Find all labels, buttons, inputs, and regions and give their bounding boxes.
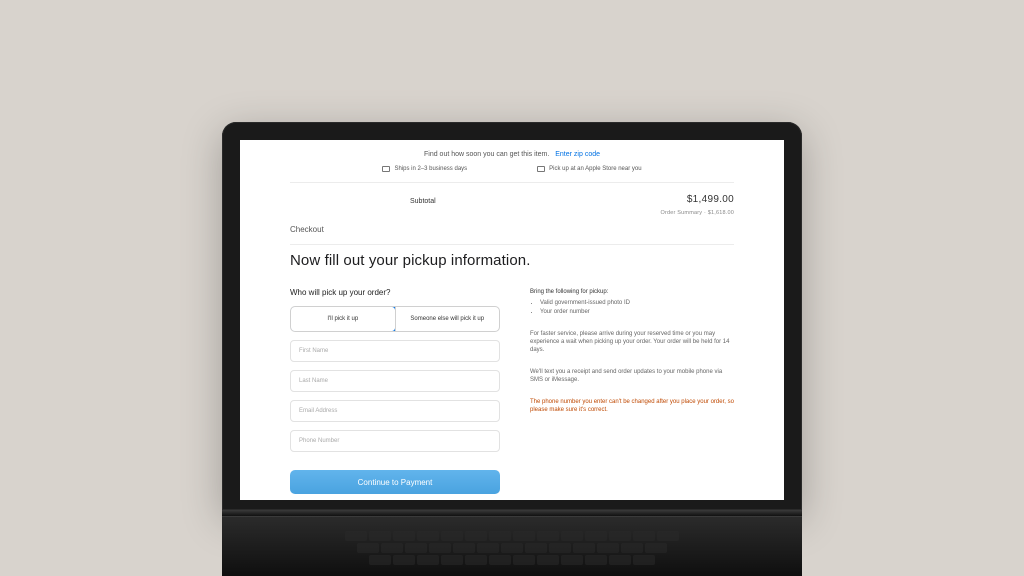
tab-pickup-self-label: I'll pick it up <box>327 316 358 323</box>
ship-option-delivery-label: Ships in 2–3 business days <box>394 165 467 173</box>
checkout-label: Checkout <box>290 225 734 236</box>
subtotal-label: Subtotal <box>410 197 436 206</box>
first-name-field[interactable]: First Name <box>290 340 500 362</box>
first-name-placeholder: First Name <box>299 347 328 355</box>
who-picks-up-label: Who will pick up your order? <box>290 288 500 299</box>
screen: Find out how soon you can get this item.… <box>240 140 784 500</box>
screen-bezel: Find out how soon you can get this item.… <box>222 122 802 510</box>
shipping-options: Ships in 2–3 business days Pick up at an… <box>290 165 734 173</box>
laptop-frame: Find out how soon you can get this item.… <box>222 122 802 576</box>
pickup-requirements: Bring the following for pickup: Valid go… <box>530 288 734 316</box>
ship-option-pickup-label: Pick up at an Apple Store near you <box>549 165 641 173</box>
order-summary-row: Subtotal $1,499.00 <box>290 183 734 211</box>
pickup-requirements-head: Bring the following for pickup: <box>530 288 734 296</box>
phone-field[interactable]: Phone Number <box>290 430 500 452</box>
sms-note: We'll text you a receipt and send order … <box>530 368 734 384</box>
phone-placeholder: Phone Number <box>299 437 339 445</box>
divider <box>290 244 734 245</box>
page-title: Now fill out your pickup information. <box>290 251 734 271</box>
subtotal-value: $1,499.00 <box>687 193 734 207</box>
laptop-deck <box>222 516 802 576</box>
store-icon <box>537 166 545 172</box>
enter-zip-link[interactable]: Enter zip code <box>555 151 600 158</box>
keyboard <box>345 531 679 565</box>
pickup-requirement-item: Valid government-issued photo ID <box>540 299 734 307</box>
continue-to-payment-button[interactable]: Continue to Payment <box>290 470 500 494</box>
tab-pickup-other-label: Someone else will pick it up <box>410 316 484 323</box>
last-name-placeholder: Last Name <box>299 377 328 385</box>
pickup-requirement-item: Your order number <box>540 308 734 316</box>
continue-button-label: Continue to Payment <box>358 478 433 487</box>
ship-option-delivery: Ships in 2–3 business days <box>382 165 467 173</box>
ship-option-pickup: Pick up at an Apple Store near you <box>537 165 641 173</box>
truck-icon <box>382 166 390 172</box>
last-name-field[interactable]: Last Name <box>290 370 500 392</box>
tab-pickup-self[interactable]: I'll pick it up <box>290 306 396 332</box>
phone-change-note: The phone number you enter can't be chan… <box>530 398 734 414</box>
email-placeholder: Email Address <box>299 407 337 415</box>
order-summary-secondary: Order Summary · $1,618.00 <box>290 210 734 217</box>
pickup-contactless-note: For faster service, please arrive during… <box>530 330 734 354</box>
shipping-prompt: Find out how soon you can get this item.… <box>290 150 734 159</box>
shipping-prompt-text: Find out how soon you can get this item. <box>424 151 549 158</box>
tab-pickup-other[interactable]: Someone else will pick it up <box>395 307 500 331</box>
email-field[interactable]: Email Address <box>290 400 500 422</box>
phone-change-text: The phone number you enter can't be chan… <box>530 398 734 414</box>
sms-text: We'll text you a receipt and send order … <box>530 368 734 384</box>
contactless-text: For faster service, please arrive during… <box>530 330 734 354</box>
who-picks-up-tabs: I'll pick it up Someone else will pick i… <box>290 306 500 332</box>
